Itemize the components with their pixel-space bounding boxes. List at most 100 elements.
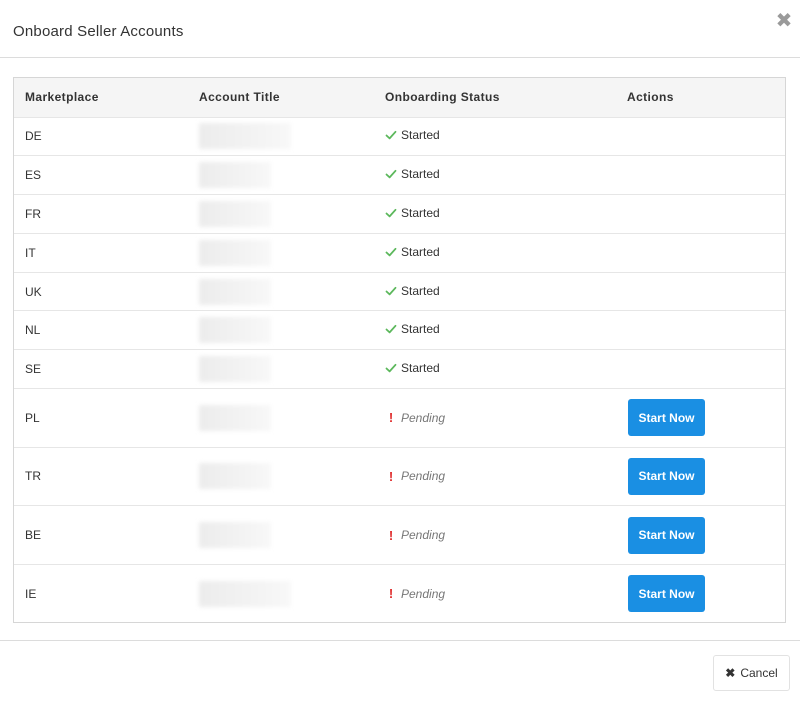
exclamation-icon: ! xyxy=(388,468,394,484)
redacted-account-title xyxy=(199,522,271,549)
cell-onboarding-status: ! Pending xyxy=(374,388,616,448)
redacted-account-title xyxy=(199,404,271,431)
table-row: IE! Pending Start Now xyxy=(14,563,785,622)
table-row: DE Started xyxy=(14,116,785,156)
start-now-button[interactable]: Start Now xyxy=(628,575,705,613)
start-now-button[interactable]: Start Now xyxy=(628,399,705,437)
table-row: BE! Pending Start Now xyxy=(14,505,785,565)
table-row: PL! Pending Start Now xyxy=(14,388,785,448)
table-row: UK Started xyxy=(14,271,785,311)
status-badge: ! Pending xyxy=(385,586,445,601)
table-row: SE Started xyxy=(14,349,785,389)
exclamation-icon: ! xyxy=(388,410,394,426)
status-badge: Started xyxy=(385,245,440,259)
checkmark-icon xyxy=(385,208,397,218)
redacted-account-title xyxy=(199,463,271,490)
cell-actions: Start Now xyxy=(616,505,785,565)
cell-account-title xyxy=(188,388,374,448)
checkmark-icon xyxy=(385,247,397,257)
status-text: Pending xyxy=(401,410,446,425)
cell-marketplace: TR xyxy=(14,446,188,506)
redacted-account-title xyxy=(199,123,291,150)
status-badge: ! Pending xyxy=(385,410,445,425)
status-badge: Started xyxy=(385,322,440,336)
status-text: Started xyxy=(401,244,440,259)
cell-marketplace: NL xyxy=(14,310,188,350)
redacted-account-title xyxy=(199,200,271,227)
cell-actions xyxy=(616,310,785,350)
cell-onboarding-status: ! Pending xyxy=(374,446,616,506)
cell-account-title xyxy=(188,194,374,234)
redacted-account-title xyxy=(199,356,271,383)
cell-actions xyxy=(616,116,785,156)
cell-onboarding-status: Started xyxy=(374,194,616,234)
status-text: Started xyxy=(401,128,440,143)
checkmark-icon xyxy=(385,170,397,179)
cell-marketplace: UK xyxy=(14,271,188,311)
checkmark-icon xyxy=(385,364,397,373)
redacted-account-title xyxy=(199,162,271,189)
checkmark-icon xyxy=(385,131,397,140)
start-now-button[interactable]: Start Now xyxy=(628,457,705,495)
status-badge: Started xyxy=(385,361,440,375)
cell-marketplace: PL xyxy=(14,388,188,448)
status-badge: Started xyxy=(385,206,440,220)
cell-actions xyxy=(616,194,785,234)
table-row: TR! Pending Start Now xyxy=(14,446,785,506)
close-icon[interactable]: ✖ xyxy=(774,10,794,32)
modal-header: Onboard Seller Accounts ✖ xyxy=(0,0,800,58)
cell-onboarding-status: Started xyxy=(374,310,616,350)
cell-marketplace: ES xyxy=(14,155,188,195)
cell-marketplace: IT xyxy=(14,232,188,273)
table-row: ES Started xyxy=(14,155,785,195)
checkmark-icon xyxy=(385,286,397,295)
cell-onboarding-status: ! Pending xyxy=(374,563,616,622)
status-text: Pending xyxy=(401,528,446,543)
cell-account-title xyxy=(188,446,374,506)
cell-onboarding-status: Started xyxy=(374,232,616,273)
checkmark-icon xyxy=(385,325,397,334)
status-text: Started xyxy=(401,205,440,220)
modal-title: Onboard Seller Accounts xyxy=(13,23,184,40)
cell-marketplace: IE xyxy=(14,563,188,622)
status-badge: Started xyxy=(385,284,440,298)
redacted-account-title xyxy=(199,278,271,305)
cell-marketplace: BE xyxy=(14,505,188,565)
redacted-account-title xyxy=(199,580,291,607)
cell-onboarding-status: Started xyxy=(374,116,616,156)
exclamation-icon: ! xyxy=(388,586,394,602)
status-text: Pending xyxy=(401,469,446,484)
status-text: Started xyxy=(401,283,440,298)
redacted-account-title xyxy=(199,317,271,344)
exclamation-icon: ! xyxy=(388,527,394,543)
cell-account-title xyxy=(188,232,374,273)
table-row: IT Started xyxy=(14,232,785,273)
modal-footer: ✖ Cancel xyxy=(0,640,800,708)
cell-account-title xyxy=(188,563,374,622)
status-text: Started xyxy=(401,361,440,376)
start-now-button[interactable]: Start Now xyxy=(628,516,705,554)
table-row: NL Started xyxy=(14,310,785,350)
cell-account-title xyxy=(188,116,374,156)
cell-account-title xyxy=(188,349,374,389)
cancel-button[interactable]: ✖ Cancel xyxy=(713,655,790,691)
status-badge: ! Pending xyxy=(385,528,445,543)
cell-actions: Start Now xyxy=(616,446,785,506)
cell-actions xyxy=(616,271,785,311)
status-text: Pending xyxy=(401,586,446,601)
status-badge: Started xyxy=(385,128,440,142)
cell-actions xyxy=(616,232,785,273)
cell-onboarding-status: ! Pending xyxy=(374,505,616,565)
table-header-row: Marketplace Account Title Onboarding Sta… xyxy=(14,78,785,117)
cell-actions: Start Now xyxy=(616,563,785,622)
table-row: FR Started xyxy=(14,194,785,234)
status-badge: ! Pending xyxy=(385,469,445,484)
cell-actions xyxy=(616,155,785,195)
cell-account-title xyxy=(188,271,374,311)
header-onboarding-status: Onboarding Status xyxy=(385,90,500,105)
cell-account-title xyxy=(188,505,374,565)
status-text: Started xyxy=(401,322,440,337)
cell-marketplace: FR xyxy=(14,194,188,234)
close-icon: ✖ xyxy=(725,666,736,680)
redacted-account-title xyxy=(199,239,271,266)
